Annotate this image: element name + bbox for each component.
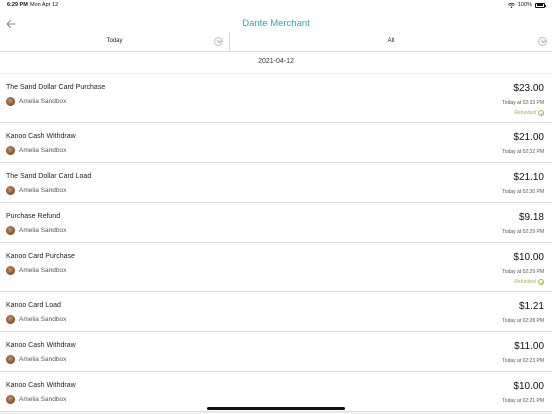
avatar	[6, 355, 15, 364]
transaction-title: Kanoo Card Purchase	[6, 253, 75, 260]
transaction-amount: $1.21	[518, 301, 544, 312]
avatar	[6, 186, 15, 195]
transaction-time: Today at 02:21 PM	[502, 398, 544, 404]
avatar	[6, 146, 15, 155]
transaction-title: Kanoo Cash Withdraw	[6, 342, 76, 349]
transaction-time: Today at 02:33 PM	[502, 100, 544, 106]
transaction-amount: $11.00	[514, 341, 544, 352]
transaction-title: The Sand Dollar Card Load	[6, 173, 92, 180]
period-filter-label: Today	[106, 38, 123, 44]
status-bar: 6:29 PM Mon Apr 12 100%	[0, 0, 552, 12]
status-badge: Refunded	[514, 279, 544, 285]
transaction-title: Kanoo Card Load	[6, 302, 61, 309]
transaction-time: Today at 02:32 PM	[502, 149, 544, 155]
battery-percent: 100%	[517, 2, 532, 8]
navigation-header: Dante Merchant	[0, 12, 552, 32]
avatar	[6, 315, 15, 324]
transaction-user: Amelia Sandbox	[6, 146, 66, 155]
status-time: 6:29 PM	[7, 2, 28, 8]
transaction-row[interactable]: Kanoo Card Purchase Amelia Sandbox $10.0…	[0, 243, 552, 292]
status-label: Refunded	[514, 110, 536, 116]
transaction-user: Amelia Sandbox	[6, 97, 66, 106]
user-name: Amelia Sandbox	[19, 187, 67, 194]
transaction-user: Amelia Sandbox	[6, 266, 66, 275]
transaction-amount: $10.00	[513, 252, 544, 263]
type-filter-label: All	[387, 38, 395, 44]
user-name: Amelia Sandbox	[19, 227, 67, 234]
transaction-user: Amelia Sandbox	[6, 226, 66, 235]
transaction-row[interactable]: Kanoo Cash Withdraw Amelia Sandbox $10.0…	[0, 372, 552, 412]
transaction-list[interactable]: The Sand Dollar Card Purchase Amelia San…	[0, 74, 552, 414]
avatar	[6, 395, 15, 404]
transaction-amount: $10.00	[513, 381, 544, 392]
user-name: Amelia Sandbox	[19, 396, 67, 403]
chevron-down-icon	[214, 37, 223, 46]
status-date: Mon Apr 12	[30, 2, 59, 8]
status-indicators: 100%	[507, 2, 546, 8]
transaction-title: Kanoo Cash Withdraw	[6, 382, 76, 389]
transaction-time: Today at 02:29 PM	[502, 269, 544, 275]
home-indicator[interactable]	[207, 407, 345, 410]
transaction-row[interactable]: Purchase Refund Amelia Sandbox $9.18 Tod…	[0, 203, 552, 243]
avatar	[6, 266, 15, 275]
transaction-time: Today at 02:30 PM	[502, 189, 544, 195]
transaction-user: Amelia Sandbox	[6, 395, 66, 404]
transaction-amount: $21.00	[513, 132, 544, 143]
transaction-time: Today at 02:23 PM	[502, 358, 544, 364]
transaction-row[interactable]: Kanoo Cash Withdraw Amelia Sandbox $21.0…	[0, 123, 552, 163]
transaction-user: Amelia Sandbox	[6, 186, 66, 195]
transaction-time: Today at 02:28 PM	[502, 318, 544, 324]
user-name: Amelia Sandbox	[19, 267, 67, 274]
transaction-amount: $9.18	[518, 212, 544, 223]
avatar	[6, 97, 15, 106]
user-name: Amelia Sandbox	[19, 98, 67, 105]
transaction-time: Today at 02:29 PM	[502, 229, 544, 235]
avatar	[6, 226, 15, 235]
check-circle-icon	[538, 279, 544, 285]
status-badge: Refunded	[514, 110, 544, 116]
transaction-row[interactable]: The Sand Dollar Card Purchase Amelia San…	[0, 74, 552, 123]
chevron-down-icon	[538, 37, 547, 46]
transaction-title: Kanoo Cash Withdraw	[6, 133, 76, 140]
period-filter-dropdown[interactable]: Today	[0, 32, 230, 52]
transaction-amount: $23.00	[513, 83, 544, 94]
status-label: Refunded	[514, 279, 536, 285]
wifi-icon	[507, 2, 515, 8]
transaction-amount: $21.10	[513, 172, 544, 183]
user-name: Amelia Sandbox	[19, 316, 67, 323]
transaction-user: Amelia Sandbox	[6, 355, 66, 364]
battery-icon	[535, 2, 546, 8]
page-title: Dante Merchant	[242, 18, 310, 29]
user-name: Amelia Sandbox	[19, 356, 67, 363]
user-name: Amelia Sandbox	[19, 147, 67, 154]
transaction-row[interactable]: The Sand Dollar Card Load Amelia Sandbox…	[0, 163, 552, 203]
transaction-user: Amelia Sandbox	[6, 315, 66, 324]
type-filter-dropdown[interactable]: All	[230, 32, 552, 52]
transaction-row[interactable]: Kanoo Card Load Amelia Sandbox $1.21 Tod…	[0, 292, 552, 332]
filter-bar: Today All	[0, 32, 552, 52]
transaction-title: Purchase Refund	[6, 213, 61, 220]
date-label: 2021-04-12	[258, 58, 294, 65]
transaction-title: The Sand Dollar Card Purchase	[6, 84, 106, 91]
check-circle-icon	[538, 110, 544, 116]
transaction-row[interactable]: Kanoo Cash Withdraw Amelia Sandbox $11.0…	[0, 332, 552, 372]
date-section-header: 2021-04-12	[0, 52, 552, 73]
